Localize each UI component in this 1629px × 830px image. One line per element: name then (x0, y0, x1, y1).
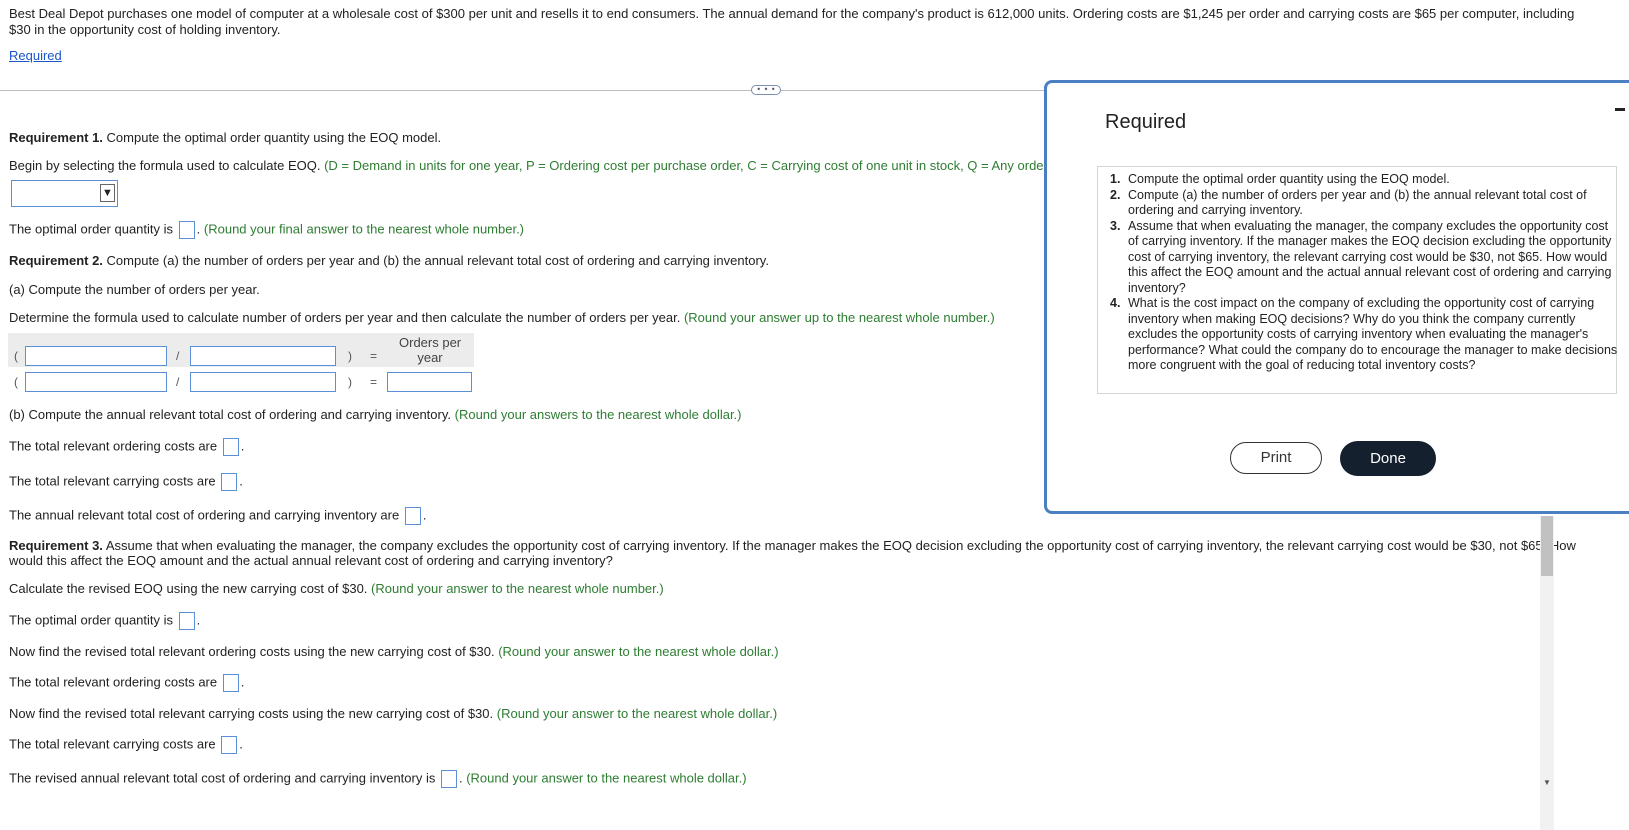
req3-oq-label: The optimal order quantity is (9, 612, 174, 628)
req2-total-label: The annual relevant total cost of orderi… (9, 507, 400, 523)
req3-text-line1: Assume that when evaluating the manager,… (102, 538, 1576, 553)
req3-text-line2: would this affect the EOQ amount and the… (9, 553, 613, 568)
scroll-down-arrow-icon[interactable]: ▼ (1543, 778, 1553, 787)
req3-carrying-hint: (Round your answer to the nearest whole … (496, 706, 778, 721)
req2-part-b: (b) Compute the annual relevant total co… (9, 407, 742, 422)
minimize-icon[interactable] (1615, 108, 1625, 111)
requirement-number: 4. (1110, 296, 1121, 310)
formula-result-label-line2: year (417, 350, 443, 365)
formula-close-paren-2: ) (348, 375, 352, 389)
req3-heading: Requirement 3. (9, 538, 103, 553)
req3-revised-total-row: The revised annual relevant total cost o… (9, 770, 747, 788)
req3-oq-row: The optimal order quantity is . (9, 612, 200, 630)
req2-carrying-input[interactable] (221, 473, 238, 491)
required-modal: Required 1. Compute the optimal order qua… (1044, 80, 1629, 514)
req1-oq-row: The optimal order quantity is . (Round y… (9, 221, 524, 239)
req2-heading: Requirement 2. (9, 253, 103, 268)
formula-open-paren: ( (14, 349, 18, 363)
requirement-text: Compute the optimal order quantity using… (1128, 172, 1450, 186)
req3-oq-input[interactable] (178, 612, 195, 630)
formula-result-label: Orders per year (399, 335, 461, 365)
req1-heading: Requirement 1. (9, 130, 103, 145)
req3-revised-total-input[interactable] (440, 770, 457, 788)
req3-title: Requirement 3. Assume that when evaluati… (9, 538, 1576, 568)
print-button[interactable]: Print (1230, 442, 1322, 474)
requirement-item: 2. Compute (a) the number of orders per y… (1110, 188, 1618, 219)
req2-carrying-label: The total relevant carrying costs are (9, 473, 216, 489)
divider-expand-handle[interactable]: • • • (751, 85, 781, 95)
req3-calc-hint: (Round your answer to the nearest whole … (371, 581, 664, 596)
scrollbar-thumb[interactable] (1541, 516, 1553, 576)
req3-carrying-label: The total relevant carrying costs are (9, 736, 216, 752)
requirement-number: 2. (1110, 187, 1121, 202)
req1-oq-label: The optimal order quantity is (9, 221, 174, 237)
done-button[interactable]: Done (1340, 441, 1436, 476)
req3-calc: Calculate the revised EOQ using the new … (9, 581, 664, 596)
req3-revised-total-label: The revised annual relevant total cost o… (9, 770, 436, 786)
formula-result-label-line1: Orders per (399, 335, 462, 350)
formula-denominator-value-input[interactable] (190, 372, 336, 392)
req3-carrying-input[interactable] (221, 736, 238, 754)
req2-determine-text: Determine the formula used to calculate … (9, 310, 681, 325)
requirement-text: Assume that when evaluating the manager,… (1128, 218, 1612, 295)
formula-denominator-label-input[interactable] (190, 346, 336, 366)
req2-total-input[interactable] (404, 507, 421, 525)
req1-formula-hint: (D = Demand in units for one year, P = O… (324, 158, 1091, 173)
req2-total-row: The annual relevant total cost of orderi… (9, 507, 426, 525)
req3-carrying-prompt: Now find the revised total relevant carr… (9, 706, 777, 721)
requirements-box: 1. Compute the optimal order quantity usi… (1097, 166, 1617, 394)
req3-carrying-prompt-text: Now find the revised total relevant carr… (9, 706, 494, 721)
req2-title: Requirement 2. Compute (a) the number of… (9, 253, 769, 268)
formula-divide: / (176, 349, 180, 363)
req2-determine-hint: (Round your answer up to the nearest who… (683, 310, 995, 325)
requirement-item: 3. Assume that when evaluating the manage… (1110, 219, 1618, 297)
requirement-item: 1. Compute the optimal order quantity usi… (1110, 172, 1618, 188)
req2-ordering-row: The total relevant ordering costs are . (9, 438, 244, 456)
formula-close-paren: ) (348, 349, 352, 363)
formula-numerator-value-input[interactable] (25, 372, 167, 392)
requirement-text: What is the cost impact on the company o… (1128, 296, 1618, 372)
req3-calc-text: Calculate the revised EOQ using the new … (9, 581, 368, 596)
req1-formula-prompt: Begin by selecting the formula used to c… (9, 158, 1091, 173)
requirement-item: 4. What is the cost impact on the company… (1110, 296, 1618, 374)
problem-intro: Best Deal Depot purchases one model of c… (9, 6, 1575, 37)
req3-ordering-hint: (Round your answer to the nearest whole … (498, 644, 779, 659)
required-link[interactable]: Required (9, 48, 62, 63)
req3-ordering-label: The total relevant ordering costs are (9, 674, 218, 690)
formula-numerator-label-input[interactable] (25, 346, 167, 366)
req2-part-b-hint: (Round your answers to the nearest whole… (454, 407, 742, 422)
req1-oq-hint: (Round your final answer to the nearest … (203, 221, 525, 237)
modal-title: Required (1105, 111, 1187, 133)
req2-part-b-text: (b) Compute the annual relevant total co… (9, 407, 451, 422)
req2-ordering-input[interactable] (222, 438, 239, 456)
req1-text: Compute the optimal order quantity using… (102, 130, 442, 145)
eoq-formula-dropdown[interactable]: ▼ (11, 180, 118, 207)
requirements-list: 1. Compute the optimal order quantity usi… (1110, 172, 1618, 374)
req3-ordering-prompt-text: Now find the revised total relevant orde… (9, 644, 495, 659)
section-divider (0, 90, 1100, 91)
req3-ordering-input[interactable] (222, 674, 239, 692)
req2-part-a: (a) Compute the number of orders per yea… (9, 282, 260, 297)
req1-formula-prompt-text: Begin by selecting the formula used to c… (9, 158, 321, 173)
orders-per-year-input[interactable] (387, 372, 472, 392)
req3-ordering-prompt: Now find the revised total relevant orde… (9, 644, 779, 659)
formula-equals-2: = (370, 375, 378, 389)
req3-ordering-row: The total relevant ordering costs are . (9, 674, 244, 692)
requirement-number: 3. (1110, 218, 1121, 233)
req3-revised-total-hint: (Round your answer to the nearest whole … (466, 770, 747, 786)
req2-carrying-row: The total relevant carrying costs are . (9, 473, 243, 491)
requirement-number: 1. (1110, 172, 1121, 186)
req1-title: Requirement 1. Compute the optimal order… (9, 130, 441, 145)
formula-equals: = (370, 349, 378, 363)
formula-open-paren-2: ( (14, 375, 18, 389)
requirement-text: Compute (a) the number of orders per yea… (1128, 187, 1587, 218)
req1-oq-input[interactable] (178, 221, 195, 239)
formula-divide-2: / (176, 375, 180, 389)
dropdown-arrow-icon: ▼ (100, 184, 115, 202)
req2-text: Compute (a) the number of orders per yea… (102, 253, 769, 268)
req2-ordering-label: The total relevant ordering costs are (9, 438, 218, 454)
req2-determine: Determine the formula used to calculate … (9, 310, 995, 325)
req3-carrying-row: The total relevant carrying costs are . (9, 736, 243, 754)
